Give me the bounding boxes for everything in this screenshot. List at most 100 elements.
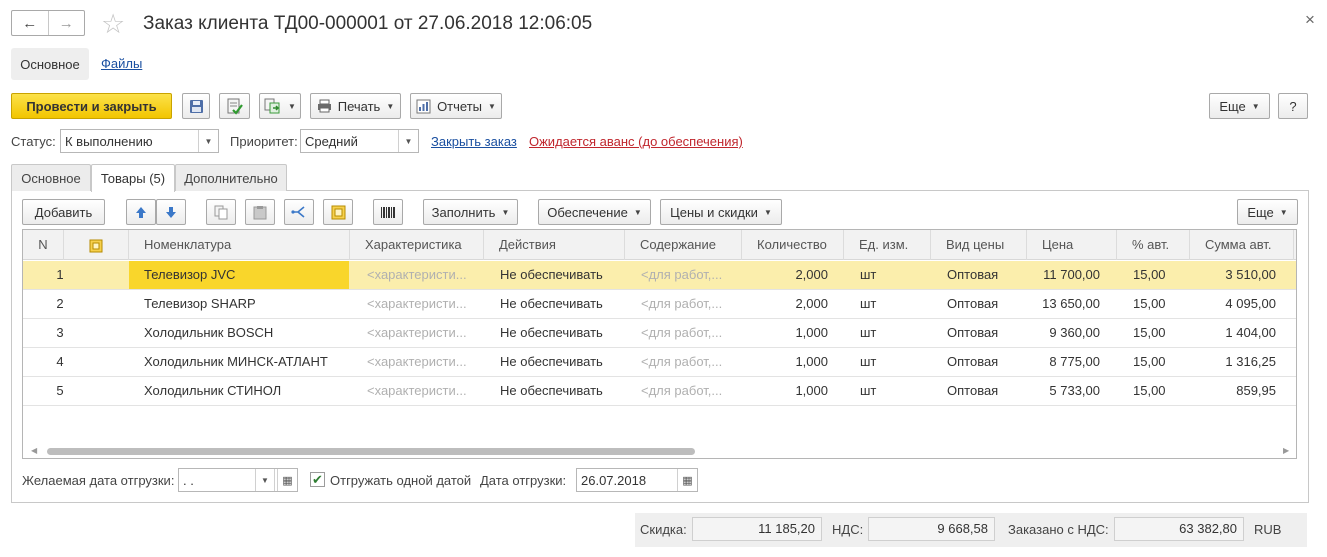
print-label: Печать <box>337 98 381 114</box>
selection-marker-icon <box>89 239 103 253</box>
table-row[interactable]: 1 Телевизор JVC <характеристи... Не обес… <box>23 261 1296 290</box>
chevron-down-icon: ▼ <box>501 207 510 217</box>
printer-icon <box>317 99 331 113</box>
col-header-auto-sum[interactable]: Сумма авт. <box>1190 230 1294 260</box>
tab-additional[interactable]: Дополнительно <box>175 164 287 191</box>
provision-button[interactable]: Обеспечение ▼ <box>538 199 651 225</box>
add-row-button[interactable]: Добавить <box>22 199 105 225</box>
col-header-price-type[interactable]: Вид цены <box>931 230 1027 260</box>
tab-goods[interactable]: Товары (5) <box>91 164 175 192</box>
move-up-button[interactable] <box>126 199 156 225</box>
tab-main[interactable]: Основное <box>11 48 89 80</box>
table-header: N Номенклатура Характеристика Действия С… <box>23 230 1296 260</box>
vat-label: НДС: <box>832 522 864 537</box>
save-button[interactable] <box>182 93 210 119</box>
table-row[interactable]: 2 Телевизор SHARP <характеристи... Не об… <box>23 290 1296 319</box>
table-row[interactable]: 5 Холодильник СТИНОЛ <характеристи... Не… <box>23 377 1296 406</box>
desired-date-label: Желаемая дата отгрузки: <box>22 473 175 488</box>
col-header-content[interactable]: Содержание <box>625 230 742 260</box>
more-label: Еще <box>1219 98 1246 114</box>
table-more-label: Еще <box>1247 204 1274 220</box>
table-row[interactable]: 4 Холодильник МИНСК-АТЛАНТ <характеристи… <box>23 348 1296 377</box>
folder-select-icon <box>331 205 345 219</box>
col-header-marker[interactable] <box>64 230 129 260</box>
col-header-n[interactable]: N <box>23 230 64 260</box>
reports-label: Отчеты <box>437 98 482 114</box>
help-button[interactable]: ? <box>1278 93 1308 119</box>
selection-button[interactable] <box>323 199 353 225</box>
chevron-down-icon: ▼ <box>1279 207 1288 217</box>
arrow-right-icon: → <box>58 14 74 32</box>
horizontal-scrollbar[interactable]: ◀ ▶ <box>23 444 1296 458</box>
move-down-button[interactable] <box>156 199 186 225</box>
table-row[interactable]: 3 Холодильник BOSCH <характеристи... Не … <box>23 319 1296 348</box>
ship-date-value: 26.07.2018 <box>581 472 647 488</box>
priority-value: Средний <box>305 133 358 149</box>
fill-button[interactable]: Заполнить ▼ <box>423 199 518 225</box>
col-header-quantity[interactable]: Количество <box>742 230 844 260</box>
col-header-unit[interactable]: Ед. изм. <box>844 230 931 260</box>
single-date-label: Отгружать одной датой <box>330 473 472 488</box>
tab-files[interactable]: Файлы <box>101 56 142 71</box>
desired-date-value: . . <box>183 472 194 488</box>
chevron-down-icon[interactable]: ▼ <box>198 130 218 152</box>
reports-icon <box>416 99 431 113</box>
print-button[interactable]: Печать ▼ <box>310 93 401 119</box>
chevron-down-icon: ▼ <box>386 101 395 111</box>
post-and-close-button[interactable]: Провести и закрыть <box>11 93 172 119</box>
col-header-price[interactable]: Цена <box>1027 230 1117 260</box>
status-select[interactable]: К выполнению ▼ <box>60 129 219 153</box>
calendar-icon[interactable]: ▦ <box>277 469 297 491</box>
priority-select[interactable]: Средний ▼ <box>300 129 419 153</box>
checkmark-icon: ✔ <box>312 472 323 487</box>
split-row-button[interactable] <box>284 199 314 225</box>
currency-label: RUB <box>1254 522 1282 537</box>
paste-button[interactable] <box>245 199 275 225</box>
col-header-item[interactable]: Номенклатура <box>129 230 350 260</box>
copy-button[interactable] <box>206 199 236 225</box>
prices-discounts-button[interactable]: Цены и скидки ▼ <box>660 199 782 225</box>
more-button[interactable]: Еще ▼ <box>1209 93 1270 119</box>
ordered-with-vat-value: 63 382,80 <box>1114 517 1244 541</box>
create-based-on-button[interactable]: ▼ <box>259 93 301 119</box>
chevron-down-icon[interactable]: ▼ <box>398 130 418 152</box>
close-icon[interactable]: × <box>1305 10 1315 30</box>
reports-button[interactable]: Отчеты ▼ <box>410 93 502 119</box>
chevron-down-icon: ▼ <box>1251 101 1260 111</box>
arrow-left-icon: ← <box>22 14 38 32</box>
favorite-star-icon[interactable]: ☆ <box>101 9 125 39</box>
priority-label: Приоритет: <box>230 134 298 149</box>
close-order-link[interactable]: Закрыть заказ <box>431 134 517 149</box>
discount-label: Скидка: <box>640 522 687 537</box>
page-title: Заказ клиента ТД00-000001 от 27.06.2018 … <box>143 13 593 34</box>
fill-label: Заполнить <box>431 204 496 220</box>
scroll-right-icon[interactable]: ▶ <box>1283 446 1289 455</box>
status-label: Статус: <box>11 134 56 149</box>
tab-basic[interactable]: Основное <box>11 164 91 191</box>
discount-value: 11 185,20 <box>692 517 822 541</box>
post-button[interactable] <box>219 93 250 119</box>
awaiting-advance-link[interactable]: Ожидается аванс (до обеспечения) <box>529 134 743 149</box>
calendar-icon[interactable]: ▦ <box>677 469 697 491</box>
back-button[interactable]: ← <box>12 11 48 35</box>
single-date-checkbox[interactable]: ✔ <box>310 472 325 487</box>
forward-button[interactable]: → <box>47 11 85 35</box>
create-based-on-icon <box>264 98 280 114</box>
chevron-down-icon: ▼ <box>488 101 496 111</box>
desired-date-input[interactable]: . . ▼ ▦ <box>178 468 298 492</box>
scroll-left-icon[interactable]: ◀ <box>31 446 37 455</box>
goods-table[interactable]: N Номенклатура Характеристика Действия С… <box>22 229 1297 459</box>
arrow-down-icon <box>166 206 176 218</box>
chevron-down-icon[interactable]: ▼ <box>255 469 275 491</box>
col-header-auto-percent[interactable]: % авт. <box>1117 230 1190 260</box>
ship-date-input[interactable]: 26.07.2018 ▦ <box>576 468 698 492</box>
col-header-actions[interactable]: Действия <box>484 230 625 260</box>
status-value: К выполнению <box>65 133 153 149</box>
history-nav: ← → <box>11 10 85 36</box>
table-more-button[interactable]: Еще ▼ <box>1237 199 1298 225</box>
scrollbar-thumb[interactable] <box>47 448 695 455</box>
barcode-button[interactable] <box>373 199 403 225</box>
paste-icon <box>253 205 267 219</box>
col-header-characteristic[interactable]: Характеристика <box>350 230 484 260</box>
chevron-down-icon: ▼ <box>633 207 642 217</box>
